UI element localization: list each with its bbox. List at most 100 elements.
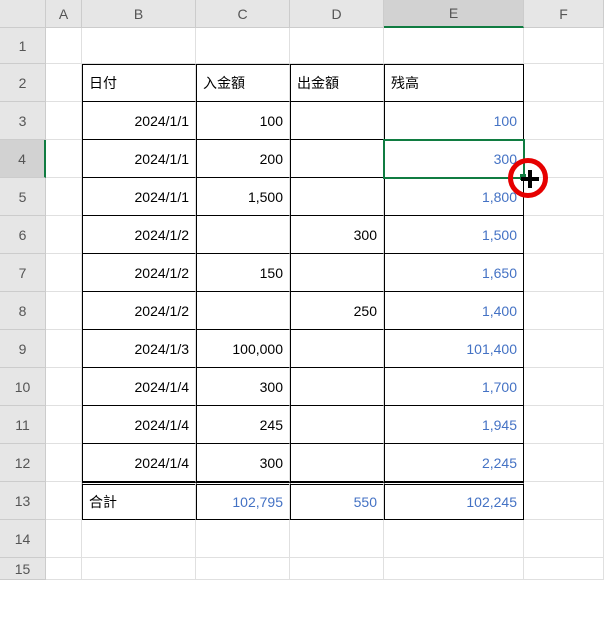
cell-E6[interactable]: 1,500 <box>384 216 524 254</box>
cell-B6[interactable]: 2024/1/2 <box>82 216 196 254</box>
cell-F14[interactable] <box>524 520 604 558</box>
row-header-7[interactable]: 7 <box>0 254 46 292</box>
cell-D8[interactable]: 250 <box>290 292 384 330</box>
row-header-6[interactable]: 6 <box>0 216 46 254</box>
cell-F15[interactable] <box>524 558 604 580</box>
cell-A10[interactable] <box>46 368 82 406</box>
row-header-5[interactable]: 5 <box>0 178 46 216</box>
cell-D9[interactable] <box>290 330 384 368</box>
select-all-corner[interactable] <box>0 0 46 28</box>
cell-E12[interactable]: 2,245 <box>384 444 524 482</box>
row-header-1[interactable]: 1 <box>0 28 46 64</box>
cell-E7[interactable]: 1,650 <box>384 254 524 292</box>
cell-D15[interactable] <box>290 558 384 580</box>
cell-F10[interactable] <box>524 368 604 406</box>
cell-E11[interactable]: 1,945 <box>384 406 524 444</box>
cell-B4[interactable]: 2024/1/1 <box>82 140 196 178</box>
cell-B3[interactable]: 2024/1/1 <box>82 102 196 140</box>
cell-E4[interactable]: 300 <box>384 140 524 178</box>
cell-C10[interactable]: 300 <box>196 368 290 406</box>
cell-D1[interactable] <box>290 28 384 64</box>
cell-D6[interactable]: 300 <box>290 216 384 254</box>
cell-C8[interactable] <box>196 292 290 330</box>
cell-A4[interactable] <box>46 140 82 178</box>
cell-A1[interactable] <box>46 28 82 64</box>
cell-A8[interactable] <box>46 292 82 330</box>
col-header-C[interactable]: C <box>196 0 290 28</box>
cell-F7[interactable] <box>524 254 604 292</box>
cell-E1[interactable] <box>384 28 524 64</box>
cell-C12[interactable]: 300 <box>196 444 290 482</box>
cell-C3[interactable]: 100 <box>196 102 290 140</box>
cell-C5[interactable]: 1,500 <box>196 178 290 216</box>
cell-C11[interactable]: 245 <box>196 406 290 444</box>
cell-C2[interactable]: 入金額 <box>196 64 290 102</box>
col-header-D[interactable]: D <box>290 0 384 28</box>
cell-D14[interactable] <box>290 520 384 558</box>
cell-A14[interactable] <box>46 520 82 558</box>
cell-F13[interactable] <box>524 482 604 520</box>
cell-E9[interactable]: 101,400 <box>384 330 524 368</box>
cell-D4[interactable] <box>290 140 384 178</box>
row-header-13[interactable]: 13 <box>0 482 46 520</box>
cell-A15[interactable] <box>46 558 82 580</box>
cell-B8[interactable]: 2024/1/2 <box>82 292 196 330</box>
cell-E2[interactable]: 残高 <box>384 64 524 102</box>
cell-A5[interactable] <box>46 178 82 216</box>
cell-B9[interactable]: 2024/1/3 <box>82 330 196 368</box>
cell-F6[interactable] <box>524 216 604 254</box>
cell-F4[interactable] <box>524 140 604 178</box>
cell-A3[interactable] <box>46 102 82 140</box>
cell-F9[interactable] <box>524 330 604 368</box>
cell-A12[interactable] <box>46 444 82 482</box>
cell-A11[interactable] <box>46 406 82 444</box>
cell-C6[interactable] <box>196 216 290 254</box>
cell-B2[interactable]: 日付 <box>82 64 196 102</box>
cell-F2[interactable] <box>524 64 604 102</box>
cell-E3[interactable]: 100 <box>384 102 524 140</box>
cell-C14[interactable] <box>196 520 290 558</box>
cell-D2[interactable]: 出金額 <box>290 64 384 102</box>
col-header-E[interactable]: E <box>384 0 524 28</box>
row-header-4[interactable]: 4 <box>0 140 46 178</box>
cell-A9[interactable] <box>46 330 82 368</box>
cell-A13[interactable] <box>46 482 82 520</box>
cell-F3[interactable] <box>524 102 604 140</box>
cell-B5[interactable]: 2024/1/1 <box>82 178 196 216</box>
cell-C15[interactable] <box>196 558 290 580</box>
cell-A2[interactable] <box>46 64 82 102</box>
row-header-3[interactable]: 3 <box>0 102 46 140</box>
fill-handle[interactable] <box>520 174 526 180</box>
cell-F11[interactable] <box>524 406 604 444</box>
cell-F8[interactable] <box>524 292 604 330</box>
cell-C4[interactable]: 200 <box>196 140 290 178</box>
cell-A6[interactable] <box>46 216 82 254</box>
cell-C13[interactable]: 102,795 <box>196 482 290 520</box>
cell-F5[interactable] <box>524 178 604 216</box>
cell-C9[interactable]: 100,000 <box>196 330 290 368</box>
col-header-B[interactable]: B <box>82 0 196 28</box>
row-header-15[interactable]: 15 <box>0 558 46 580</box>
row-header-14[interactable]: 14 <box>0 520 46 558</box>
cell-E10[interactable]: 1,700 <box>384 368 524 406</box>
cell-E14[interactable] <box>384 520 524 558</box>
cell-D7[interactable] <box>290 254 384 292</box>
cell-B13[interactable]: 合計 <box>82 482 196 520</box>
cell-C1[interactable] <box>196 28 290 64</box>
cell-B7[interactable]: 2024/1/2 <box>82 254 196 292</box>
cell-D5[interactable] <box>290 178 384 216</box>
cell-D11[interactable] <box>290 406 384 444</box>
row-header-10[interactable]: 10 <box>0 368 46 406</box>
cell-B1[interactable] <box>82 28 196 64</box>
cell-E13[interactable]: 102,245 <box>384 482 524 520</box>
row-header-11[interactable]: 11 <box>0 406 46 444</box>
col-header-A[interactable]: A <box>46 0 82 28</box>
row-header-9[interactable]: 9 <box>0 330 46 368</box>
cell-B11[interactable]: 2024/1/4 <box>82 406 196 444</box>
cell-B10[interactable]: 2024/1/4 <box>82 368 196 406</box>
cell-B12[interactable]: 2024/1/4 <box>82 444 196 482</box>
cell-E8[interactable]: 1,400 <box>384 292 524 330</box>
cell-F12[interactable] <box>524 444 604 482</box>
cell-C7[interactable]: 150 <box>196 254 290 292</box>
col-header-F[interactable]: F <box>524 0 604 28</box>
